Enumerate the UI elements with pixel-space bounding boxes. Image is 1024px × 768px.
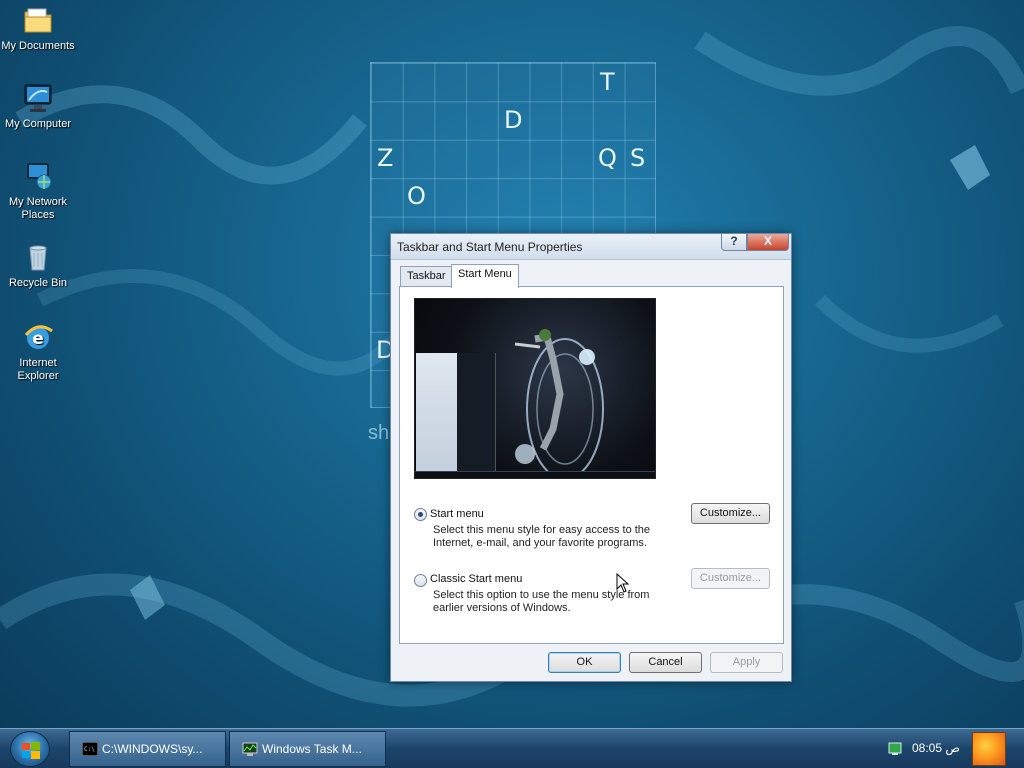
- classic-start-menu-option-label: Classic Start menu: [430, 573, 523, 585]
- desktop-icon-recycle-bin[interactable]: Recycle Bin: [0, 241, 76, 290]
- clock-period: ص: [945, 741, 960, 755]
- svg-text:e: e: [32, 329, 44, 349]
- start-button[interactable]: [10, 731, 50, 767]
- ok-button[interactable]: OK: [548, 652, 621, 673]
- desktop-icon-my-documents[interactable]: My Documents: [0, 4, 76, 53]
- grid-letter: Z: [377, 144, 394, 172]
- my-network-places-icon: [27, 163, 52, 190]
- start-menu-option-label: Start menu: [430, 508, 484, 520]
- grid-letter: D: [504, 106, 523, 134]
- taskbar: C:\ C:\WINDOWS\sy... Windows Task M... 0…: [0, 728, 1024, 768]
- classic-start-menu-radio[interactable]: [414, 574, 427, 587]
- tray-monitor-icon[interactable]: [888, 742, 902, 756]
- cancel-button[interactable]: Cancel: [629, 652, 702, 673]
- task-manager-icon: [242, 742, 258, 756]
- svg-text:C:\: C:\: [84, 746, 95, 753]
- dialog-title: Taskbar and Start Menu Properties: [397, 240, 583, 254]
- grid-letter: O: [407, 182, 426, 210]
- show-desktop-button[interactable]: [972, 732, 1006, 766]
- start-menu-radio[interactable]: [414, 508, 427, 521]
- tab-start-menu[interactable]: Start Menu: [451, 264, 519, 288]
- close-icon: X: [763, 234, 772, 248]
- mouse-cursor-icon: [616, 573, 630, 593]
- desktop-icon-label: Recycle Bin: [8, 277, 68, 289]
- taskbar-start-menu-properties-dialog: Taskbar and Start Menu Properties ? X Ta…: [390, 233, 792, 682]
- desktop-icon-label: Internet Explorer: [17, 357, 59, 382]
- tab-taskbar[interactable]: Taskbar: [400, 266, 453, 287]
- taskbar-item-label: Windows Task M...: [262, 742, 362, 756]
- desktop-icon-label: My Documents: [1, 40, 75, 52]
- dialog-title-bar[interactable]: Taskbar and Start Menu Properties ? X: [391, 234, 791, 260]
- close-button[interactable]: X: [747, 234, 789, 251]
- start-menu-option-description: Select this menu style for easy access t…: [433, 524, 651, 549]
- taskbar-item-command-prompt[interactable]: C:\ C:\WINDOWS\sy...: [69, 731, 226, 767]
- clock-time: 08:05: [912, 741, 943, 755]
- recycle-bin-icon: [29, 245, 47, 271]
- taskbar-clock[interactable]: 08:05 ص: [912, 741, 960, 755]
- grid-letter: T: [600, 68, 615, 96]
- grid-letter: S: [630, 144, 646, 172]
- desktop-icon-internet-explorer[interactable]: e Internet Explorer: [0, 321, 76, 383]
- grid-letter: Q: [598, 144, 617, 172]
- grid-caption: sh: [368, 422, 390, 444]
- my-documents-icon: [24, 8, 52, 33]
- internet-explorer-icon: e: [24, 325, 53, 349]
- taskbar-item-label: C:\WINDOWS\sy...: [102, 742, 203, 756]
- desktop-icon-my-network-places[interactable]: My Network Places: [0, 160, 76, 222]
- customize-classic-menu-button[interactable]: Customize...: [691, 568, 770, 589]
- apply-button[interactable]: Apply: [710, 652, 783, 673]
- my-computer-icon: [24, 84, 52, 112]
- start-menu-tab-panel: Start menu Select this menu style for ea…: [399, 286, 784, 644]
- start-menu-preview-image: [414, 298, 656, 479]
- preview-taskbar: [415, 471, 655, 478]
- help-button[interactable]: ?: [721, 234, 747, 251]
- preview-start-menu-right: [457, 353, 495, 471]
- desktop-icon-label: My Computer: [4, 118, 72, 130]
- command-prompt-icon: C:\: [82, 742, 98, 756]
- windows-logo-icon: [22, 742, 40, 759]
- desktop-icon-my-computer[interactable]: My Computer: [0, 82, 76, 131]
- customize-start-menu-button[interactable]: Customize...: [691, 503, 770, 524]
- desktop-icon-label: My Network Places: [8, 196, 68, 221]
- taskbar-item-task-manager[interactable]: Windows Task M...: [229, 731, 386, 767]
